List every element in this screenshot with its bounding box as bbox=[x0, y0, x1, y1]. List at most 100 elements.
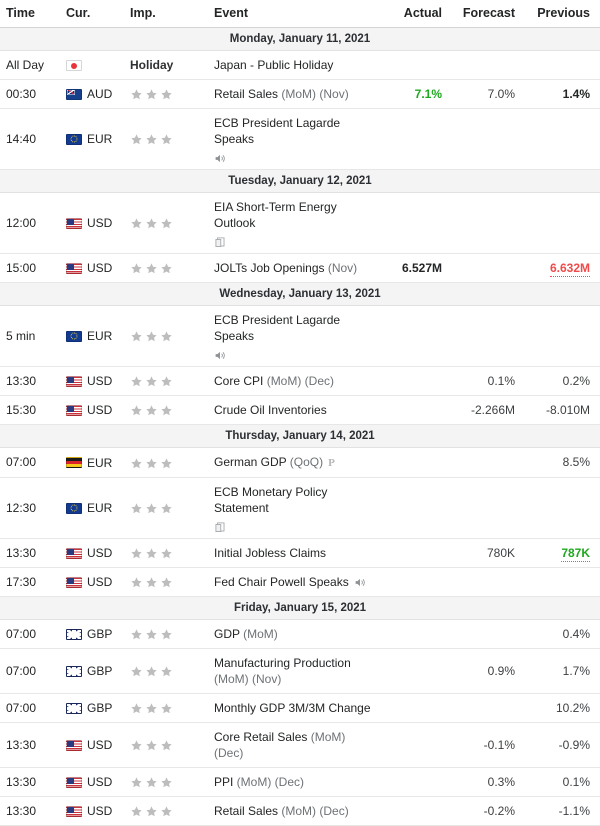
table-row[interactable]: 17:30 USD Fed Chair Powell Speaks bbox=[0, 567, 600, 597]
event-cell[interactable]: Initial Jobless Claims bbox=[202, 538, 380, 568]
column-header-importance[interactable]: Imp. bbox=[120, 0, 202, 28]
table-row[interactable]: 13:30 USD PPI (MoM) (Dec) 0.3% 0.1% bbox=[0, 767, 600, 797]
event-currency-cell[interactable]: USD bbox=[58, 796, 120, 826]
table-row[interactable]: 07:00 GBP GDP (MoM) 0.4% bbox=[0, 619, 600, 649]
forecast-value: 0.3% bbox=[487, 774, 515, 789]
importance-stars[interactable] bbox=[130, 628, 175, 641]
table-row[interactable]: 15:30 USD Crude Oil Inventories -2.266M -8.0… bbox=[0, 395, 600, 425]
currency-code: GBP bbox=[87, 664, 113, 679]
table-row[interactable]: 07:00 GBP Monthly GDP 3M/3M Change 10.2% bbox=[0, 693, 600, 723]
event-currency-cell[interactable]: GBP bbox=[58, 693, 120, 723]
europe-flag-icon bbox=[66, 330, 82, 342]
event-forecast-cell: -0.1% bbox=[452, 722, 525, 768]
column-header-actual[interactable]: Actual bbox=[380, 0, 452, 28]
table-row[interactable]: 07:00 GBP Manufacturing Production (MoM) (… bbox=[0, 648, 600, 694]
importance-stars[interactable] bbox=[130, 375, 175, 388]
united-states-flag-icon bbox=[66, 375, 82, 387]
event-cell[interactable]: German GDP (QoQ) P bbox=[202, 447, 380, 478]
importance-stars[interactable] bbox=[130, 88, 175, 101]
importance-stars[interactable] bbox=[130, 404, 175, 417]
event-cell[interactable]: Core Retail Sales (MoM) (Dec) bbox=[202, 722, 380, 768]
event-cell[interactable]: Retail Sales (MoM) (Nov) bbox=[202, 79, 380, 109]
event-cell[interactable]: Japan - Public Holiday bbox=[202, 50, 380, 80]
event-cell[interactable]: Manufacturing Production (MoM) (Nov) bbox=[202, 648, 380, 694]
column-header-event[interactable]: Event bbox=[202, 0, 380, 28]
importance-stars[interactable] bbox=[130, 805, 175, 818]
speaker-icon[interactable] bbox=[354, 576, 367, 589]
event-currency-cell[interactable]: USD bbox=[58, 192, 120, 254]
event-currency-cell[interactable]: USD bbox=[58, 395, 120, 425]
event-currency-cell[interactable]: EUR bbox=[58, 305, 120, 367]
event-cell[interactable]: JOLTs Job Openings (Nov) bbox=[202, 253, 380, 283]
table-row[interactable]: 5 min EUR ECB President Lagarde Speaks bbox=[0, 305, 600, 367]
table-row[interactable]: 12:00 USD EIA Short-Term Energy Outlook bbox=[0, 192, 600, 254]
importance-stars[interactable] bbox=[130, 456, 175, 469]
speaker-icon[interactable] bbox=[214, 152, 227, 165]
table-row[interactable]: 07:00 EUR German GDP (QoQ) P 8.5% bbox=[0, 447, 600, 478]
event-title: Core Retail Sales bbox=[214, 729, 308, 744]
importance-stars[interactable] bbox=[130, 547, 175, 560]
speaker-icon[interactable] bbox=[214, 349, 227, 362]
event-currency-cell[interactable]: USD bbox=[58, 722, 120, 768]
event-cell[interactable]: EIA Short-Term Energy Outlook bbox=[202, 192, 380, 254]
importance-stars[interactable] bbox=[130, 133, 175, 146]
event-currency-cell[interactable]: USD bbox=[58, 253, 120, 283]
event-currency-cell[interactable]: USD bbox=[58, 767, 120, 797]
event-currency-cell[interactable]: USD bbox=[58, 538, 120, 568]
importance-stars[interactable] bbox=[130, 502, 175, 515]
star-icon bbox=[145, 330, 158, 343]
event-cell[interactable]: ECB President Lagarde Speaks bbox=[202, 305, 380, 367]
table-row[interactable]: 14:40 EUR ECB President Lagarde Speaks bbox=[0, 108, 600, 170]
importance-stars[interactable] bbox=[130, 702, 175, 715]
event-currency-cell[interactable]: USD bbox=[58, 366, 120, 396]
table-row[interactable]: 00:30 AUD Retail Sales (MoM) (Nov) 7.1% 7.0%… bbox=[0, 79, 600, 109]
event-time: All Day bbox=[0, 50, 58, 80]
importance-stars[interactable] bbox=[130, 576, 175, 589]
importance-stars[interactable] bbox=[130, 262, 175, 275]
column-header-previous[interactable]: Previous bbox=[525, 0, 600, 28]
event-cell[interactable]: Retail Sales (MoM) (Dec) bbox=[202, 796, 380, 826]
event-cell[interactable]: Core CPI (MoM) (Dec) bbox=[202, 366, 380, 396]
table-row[interactable]: All Day Holiday Japan - Public Holiday bbox=[0, 50, 600, 80]
event-previous-cell: 0.1% bbox=[525, 767, 600, 797]
table-row[interactable]: 12:30 EUR ECB Monetary Policy Statement bbox=[0, 477, 600, 539]
currency-code: USD bbox=[87, 403, 113, 418]
event-currency-cell[interactable]: EUR bbox=[58, 477, 120, 539]
event-cell[interactable]: Monthly GDP 3M/3M Change bbox=[202, 693, 380, 723]
event-cell[interactable]: GDP (MoM) bbox=[202, 619, 380, 649]
table-row[interactable]: 13:30 USD Initial Jobless Claims 780K 787K bbox=[0, 538, 600, 568]
event-cell[interactable]: PPI (MoM) (Dec) bbox=[202, 767, 380, 797]
event-currency-cell[interactable]: USD bbox=[58, 567, 120, 597]
event-currency-cell[interactable]: EUR bbox=[58, 108, 120, 170]
table-row[interactable]: 13:30 USD Retail Sales (MoM) (Dec) -0.2% -1.… bbox=[0, 796, 600, 826]
importance-stars[interactable] bbox=[130, 776, 175, 789]
column-header-currency[interactable]: Cur. bbox=[58, 0, 120, 28]
table-row[interactable]: 15:00 USD JOLTs Job Openings (Nov) 6.527M 6.… bbox=[0, 253, 600, 283]
preliminary-icon[interactable]: P bbox=[328, 455, 335, 471]
event-cell[interactable]: ECB President Lagarde Speaks bbox=[202, 108, 380, 170]
importance-stars[interactable] bbox=[130, 739, 175, 752]
event-previous-cell bbox=[525, 477, 600, 539]
importance-stars[interactable] bbox=[130, 217, 175, 230]
event-cell[interactable]: ECB Monetary Policy Statement bbox=[202, 477, 380, 539]
table-row[interactable]: 13:30 USD Core Retail Sales (MoM) (Dec) -0.… bbox=[0, 722, 600, 768]
event-currency-cell[interactable] bbox=[58, 50, 120, 80]
table-row[interactable]: 13:30 USD Core CPI (MoM) (Dec) 0.1% 0.2% bbox=[0, 366, 600, 396]
event-currency-cell[interactable]: GBP bbox=[58, 619, 120, 649]
star-icon bbox=[160, 457, 173, 470]
document-icon[interactable] bbox=[214, 236, 227, 249]
star-icon bbox=[145, 404, 158, 417]
column-header-forecast[interactable]: Forecast bbox=[452, 0, 525, 28]
column-header-time[interactable]: Time bbox=[0, 0, 58, 28]
event-currency-cell[interactable]: GBP bbox=[58, 648, 120, 694]
australia-flag-icon bbox=[66, 88, 82, 100]
event-currency-cell[interactable]: EUR bbox=[58, 447, 120, 478]
importance-stars[interactable] bbox=[130, 330, 175, 343]
united-states-flag-icon bbox=[66, 739, 82, 751]
event-currency-cell[interactable]: AUD bbox=[58, 79, 120, 109]
star-icon bbox=[160, 628, 173, 641]
document-icon[interactable] bbox=[214, 521, 227, 534]
importance-stars[interactable] bbox=[130, 665, 175, 678]
event-cell[interactable]: Crude Oil Inventories bbox=[202, 395, 380, 425]
event-cell[interactable]: Fed Chair Powell Speaks bbox=[202, 567, 380, 597]
